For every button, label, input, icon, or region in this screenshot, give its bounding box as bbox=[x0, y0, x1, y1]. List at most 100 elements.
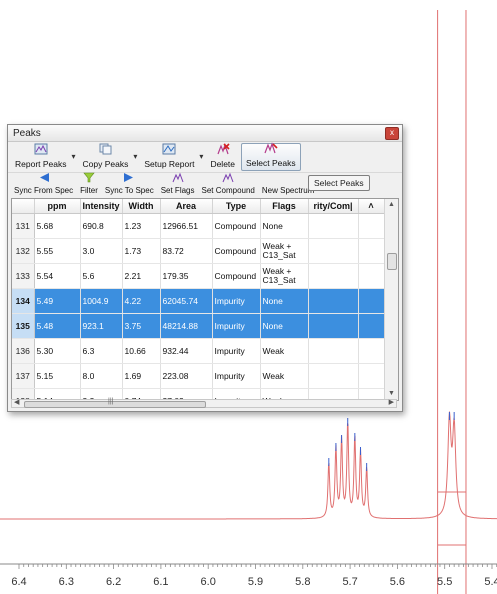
close-button[interactable]: x bbox=[385, 126, 399, 140]
cell-intensity[interactable]: 1004.9 bbox=[80, 288, 123, 314]
cell-width[interactable]: 1.73 bbox=[122, 238, 161, 264]
cell-intensity[interactable]: 5.6 bbox=[80, 263, 123, 289]
sync-to-spec-button[interactable]: Sync To Spec bbox=[102, 173, 157, 196]
cell-intensity[interactable]: 923.1 bbox=[80, 313, 123, 339]
cell-type[interactable]: Compound bbox=[212, 263, 261, 289]
scroll-up-icon[interactable]: ▲ bbox=[385, 199, 398, 211]
sync-from-spec-button[interactable]: Sync From Spec bbox=[11, 173, 76, 196]
setup-report-button[interactable]: Setup Report bbox=[140, 143, 204, 171]
cell-type[interactable]: Impurity bbox=[212, 313, 261, 339]
peaks-table-container[interactable]: ppm Intensity Width Area Type Flags rity/Com| ˄… bbox=[11, 198, 399, 401]
scroll-right-icon[interactable]: ▶ bbox=[389, 398, 394, 406]
select-peaks-button[interactable]: Select Peaks bbox=[241, 142, 301, 171]
peaks-window-titlebar[interactable]: Peaks x bbox=[8, 125, 402, 142]
cell-empty[interactable] bbox=[358, 213, 385, 239]
cell-width[interactable]: 1.23 bbox=[122, 213, 161, 239]
cell-type[interactable]: Impurity bbox=[212, 288, 261, 314]
set-flags-button[interactable]: Set Flags bbox=[158, 172, 198, 196]
table-row[interactable]: 134 5.49 1004.9 4.22 62045.74 Impurity None bbox=[12, 288, 385, 314]
cell-empty[interactable] bbox=[358, 238, 385, 264]
column-header[interactable]: Area bbox=[160, 199, 213, 214]
cell-width[interactable]: 3.75 bbox=[122, 313, 161, 339]
column-header[interactable]: Intensity bbox=[80, 199, 123, 214]
cell-area[interactable]: 12966.51 bbox=[160, 213, 213, 239]
vertical-scroll-thumb[interactable] bbox=[387, 253, 397, 270]
column-header-sort-icon[interactable]: ˄ bbox=[358, 199, 385, 214]
column-header[interactable]: Type bbox=[212, 199, 261, 214]
table-row[interactable]: 137 5.15 8.0 1.69 223.08 Impurity Weak bbox=[12, 363, 385, 389]
cell-ppm[interactable]: 5.54 bbox=[34, 263, 81, 289]
filter-button[interactable]: Filter bbox=[77, 172, 101, 196]
cell-flags[interactable]: Weak + C13_Sat bbox=[260, 263, 309, 289]
peaks-window[interactable]: Peaks x Report Peaks Copy Peaks Setup Repo… bbox=[7, 124, 403, 412]
column-header[interactable]: Width bbox=[122, 199, 161, 214]
cell-area[interactable]: 48214.88 bbox=[160, 313, 213, 339]
cell-intensity[interactable]: 8.0 bbox=[80, 363, 123, 389]
row-number-cell[interactable]: 132 bbox=[12, 238, 35, 264]
cell-type[interactable]: Impurity bbox=[212, 363, 261, 389]
row-number-cell[interactable]: 134 bbox=[12, 288, 35, 314]
cell-area[interactable]: 179.35 bbox=[160, 263, 213, 289]
column-header[interactable]: Flags bbox=[260, 199, 309, 214]
cell-intensity[interactable]: 690.8 bbox=[80, 213, 123, 239]
table-row[interactable]: 132 5.55 3.0 1.73 83.72 Compound Weak + C13_Sa… bbox=[12, 238, 385, 264]
cell-flags[interactable]: None bbox=[260, 288, 309, 314]
report-peaks-button[interactable]: Report Peaks bbox=[11, 143, 77, 171]
cell-width[interactable]: 10.66 bbox=[122, 338, 161, 364]
set-compound-button[interactable]: Set Compound bbox=[199, 172, 258, 196]
cell-ppm[interactable]: 5.15 bbox=[34, 363, 81, 389]
cell-flags[interactable]: Weak + C13_Sat bbox=[260, 238, 309, 264]
cell-ppm[interactable]: 5.30 bbox=[34, 338, 81, 364]
horizontal-scroll-thumb[interactable] bbox=[24, 401, 206, 408]
cell-width[interactable]: 4.22 bbox=[122, 288, 161, 314]
delete-button[interactable]: Delete bbox=[206, 143, 239, 171]
cell-empty[interactable] bbox=[358, 338, 385, 364]
cell-empty[interactable] bbox=[308, 288, 359, 314]
cell-empty[interactable] bbox=[308, 213, 359, 239]
table-row[interactable]: 133 5.54 5.6 2.21 179.35 Compound Weak + C13_S… bbox=[12, 263, 385, 289]
cell-type[interactable]: Impurity bbox=[212, 338, 261, 364]
cell-area[interactable]: 83.72 bbox=[160, 238, 213, 264]
cell-ppm[interactable]: 5.48 bbox=[34, 313, 81, 339]
cell-empty[interactable] bbox=[308, 313, 359, 339]
cell-type[interactable]: Compound bbox=[212, 213, 261, 239]
vertical-scrollbar[interactable]: ▲ ▼ bbox=[384, 199, 398, 400]
row-number-cell[interactable]: 136 bbox=[12, 338, 35, 364]
table-row[interactable]: 135 5.48 923.1 3.75 48214.88 Impurity None bbox=[12, 313, 385, 339]
cell-empty[interactable] bbox=[358, 263, 385, 289]
cell-empty[interactable] bbox=[308, 363, 359, 389]
column-header[interactable] bbox=[12, 199, 35, 214]
cell-empty[interactable] bbox=[308, 238, 359, 264]
horizontal-scrollbar[interactable]: ◀ ||| ▶ bbox=[11, 398, 397, 408]
cell-type[interactable]: Compound bbox=[212, 238, 261, 264]
cell-flags[interactable]: Weak bbox=[260, 338, 309, 364]
column-header[interactable]: ppm bbox=[34, 199, 81, 214]
cell-intensity[interactable]: 3.0 bbox=[80, 238, 123, 264]
cell-empty[interactable] bbox=[358, 288, 385, 314]
cell-area[interactable]: 223.08 bbox=[160, 363, 213, 389]
cell-flags[interactable]: None bbox=[260, 313, 309, 339]
cell-ppm[interactable]: 5.55 bbox=[34, 238, 81, 264]
cell-empty[interactable] bbox=[308, 338, 359, 364]
cell-ppm[interactable]: 5.68 bbox=[34, 213, 81, 239]
cell-width[interactable]: 1.69 bbox=[122, 363, 161, 389]
row-number-cell[interactable]: 133 bbox=[12, 263, 35, 289]
cell-flags[interactable]: Weak bbox=[260, 363, 309, 389]
copy-peaks-button[interactable]: Copy Peaks bbox=[79, 143, 139, 171]
row-number-cell[interactable]: 137 bbox=[12, 363, 35, 389]
scroll-left-icon[interactable]: ◀ bbox=[14, 398, 19, 406]
column-header[interactable]: rity/Com| bbox=[308, 199, 359, 214]
cell-empty[interactable] bbox=[308, 263, 359, 289]
cell-area[interactable]: 932.44 bbox=[160, 338, 213, 364]
cell-empty[interactable] bbox=[358, 363, 385, 389]
row-number-cell[interactable]: 135 bbox=[12, 313, 35, 339]
cell-area[interactable]: 62045.74 bbox=[160, 288, 213, 314]
row-number-cell[interactable]: 131 bbox=[12, 213, 35, 239]
cell-width[interactable]: 2.21 bbox=[122, 263, 161, 289]
cell-empty[interactable] bbox=[358, 313, 385, 339]
table-row[interactable]: 131 5.68 690.8 1.23 12966.51 Compound None bbox=[12, 213, 385, 239]
cell-flags[interactable]: None bbox=[260, 213, 309, 239]
cell-ppm[interactable]: 5.49 bbox=[34, 288, 81, 314]
table-row[interactable]: 136 5.30 6.3 10.66 932.44 Impurity Weak bbox=[12, 338, 385, 364]
cell-intensity[interactable]: 6.3 bbox=[80, 338, 123, 364]
